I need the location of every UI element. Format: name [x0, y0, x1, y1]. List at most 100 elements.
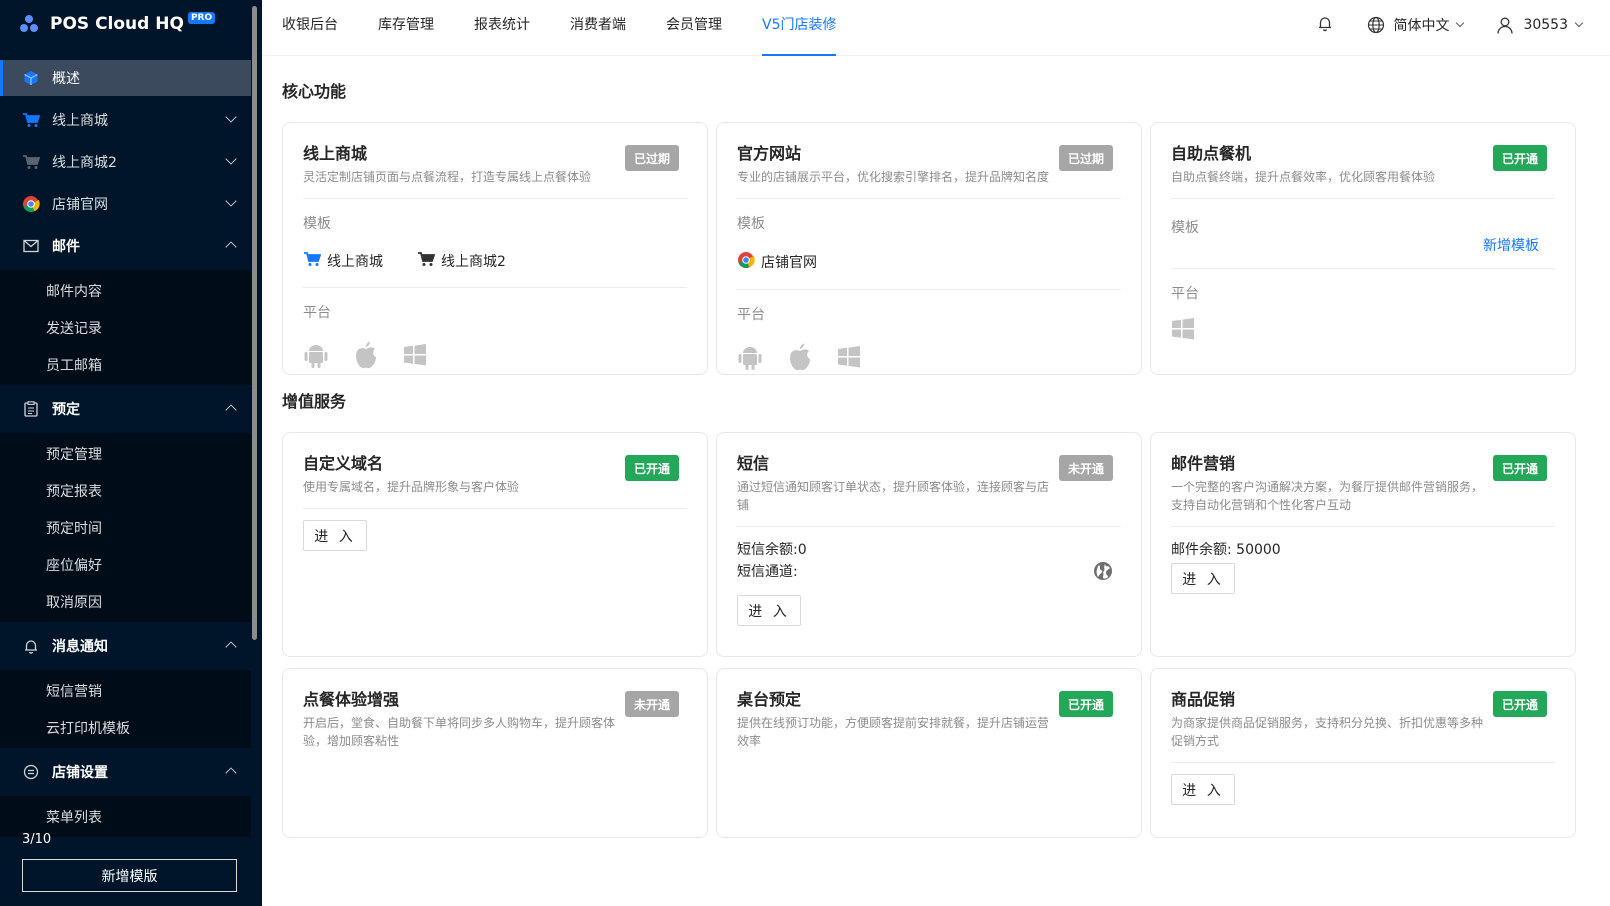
template-name: 线上商城 — [327, 254, 383, 270]
bell-icon — [1317, 15, 1333, 36]
sidebar-subitem-cloud-printer-template[interactable]: 云打印机模板 — [0, 709, 251, 746]
card-description: 自助点餐终端，提升点餐效率，优化顾客用餐体验 — [1171, 170, 1436, 184]
chevron-down-icon — [225, 195, 237, 207]
sidebar-subitem-reservation-manage[interactable]: 预定管理 — [0, 435, 251, 472]
sidebar-item-label: 线上商城 — [52, 113, 108, 129]
template-name: 店铺官网 — [761, 255, 817, 271]
cart-icon — [417, 251, 441, 271]
sidebar-item-label: 线上商城2 — [52, 155, 117, 171]
windows-icon — [403, 343, 427, 367]
sidebar: POS Cloud HQ PRO 概述 线上商城 线上商城2 店铺官网 邮件 邮… — [0, 0, 262, 906]
sidebar-item-notifications[interactable]: 消息通知 — [0, 628, 251, 664]
sidebar-item-label: 店铺设置 — [52, 765, 108, 781]
core-card-self-service-kiosk: 自助点餐机 自助点餐终端，提升点餐效率，优化顾客用餐体验 已开通 模板 新增模板… — [1150, 122, 1576, 375]
template-name: 线上商城2 — [441, 254, 506, 270]
card-header: 点餐体验增强 开启后，堂食、自助餐下单将同步多人购物车，提升顾客体验，增加顾客粘… — [303, 689, 687, 762]
card-header: 自定义域名 使用专属域名，提升品牌形象与客户体验 已开通 — [303, 453, 687, 509]
email-balance: 邮件余额: 50000 — [1171, 542, 1281, 558]
add-template-button[interactable]: 新增模版 — [22, 859, 237, 892]
sidebar-subitem-staff-mailbox[interactable]: 员工邮箱 — [0, 346, 251, 383]
cube-icon — [22, 69, 40, 87]
sidebar-subitem-menu-list[interactable]: 菜单列表 — [0, 798, 251, 835]
enter-button[interactable]: 进 入 — [1171, 774, 1235, 805]
template-store-website[interactable]: 店铺官网 — [737, 251, 817, 273]
sidebar-item-label: 店铺官网 — [52, 197, 108, 213]
template-list: 店铺官网 — [737, 251, 1121, 290]
sidebar-item-email[interactable]: 邮件 — [0, 228, 251, 264]
platform-list — [1171, 317, 1555, 341]
notification-button[interactable] — [1317, 15, 1333, 36]
template-count: 3/10 — [22, 832, 52, 847]
enter-button[interactable]: 进 入 — [303, 520, 367, 551]
status-badge: 已过期 — [624, 145, 679, 171]
user-menu[interactable]: 30553 — [1497, 17, 1584, 34]
mail-icon — [22, 237, 40, 255]
service-card-email-marketing: 邮件营销 一个完整的客户沟通解决方案，为餐厅提供邮件营销服务，支持自动化营销和个… — [1150, 432, 1576, 657]
brand[interactable]: POS Cloud HQ PRO — [0, 0, 262, 48]
main-content: 核心功能 线上商城 灵活定制店铺页面与点餐流程，打造专属线上点餐体验 已过期 模… — [262, 56, 1610, 906]
tab-cashier[interactable]: 收银后台 — [282, 0, 338, 56]
card-description: 为商家提供商品促销服务，支持积分兑换、折扣优惠等多种促销方式 — [1171, 716, 1484, 748]
sidebar-item-label: 概述 — [52, 71, 80, 87]
sidebar-subitem-seat-preference[interactable]: 座位偏好 — [0, 546, 251, 583]
tab-inventory[interactable]: 库存管理 — [378, 0, 434, 56]
enter-button[interactable]: 进 入 — [1171, 563, 1235, 594]
platform-list — [737, 342, 1121, 372]
sidebar-subitem-email-content[interactable]: 邮件内容 — [0, 272, 251, 309]
sidebar-subitem-cancel-reason[interactable]: 取消原因 — [0, 583, 251, 620]
card-description: 提供在线预订功能，方便顾客提前安排就餐，提升店铺运营效率 — [737, 716, 1050, 748]
core-card-official-website: 官方网站 专业的店铺展示平台，优化搜索引擎排名，提升品牌知名度 已过期 模板 店… — [716, 122, 1142, 375]
card-header: 商品促销 为商家提供商品促销服务，支持积分兑换、折扣优惠等多种促销方式 已开通 — [1171, 689, 1555, 763]
sidebar-subitem-reservation-time[interactable]: 预定时间 — [0, 509, 251, 546]
enter-button[interactable]: 进 入 — [737, 595, 801, 626]
platform-list — [303, 340, 687, 370]
card-description: 专业的店铺展示平台，优化搜索引擎排名，提升品牌知名度 — [737, 170, 1050, 184]
sms-channel: 短信通道: — [737, 564, 798, 580]
sidebar-subitem-reservation-report[interactable]: 预定报表 — [0, 472, 251, 509]
chevron-down-icon — [1574, 18, 1584, 28]
language-selector[interactable]: 简体中文 — [1367, 15, 1465, 35]
tab-reports[interactable]: 报表统计 — [474, 0, 530, 56]
status-badge: 未开通 — [1058, 455, 1113, 481]
tab-consumer[interactable]: 消费者端 — [570, 0, 626, 56]
globe-icon[interactable] — [1093, 561, 1113, 585]
platform-label: 平台 — [737, 307, 765, 323]
status-badge: 已过期 — [1058, 145, 1113, 171]
globe-icon — [1367, 16, 1385, 34]
chrome-icon — [22, 195, 40, 213]
tab-members[interactable]: 会员管理 — [666, 0, 722, 56]
card-header: 线上商城 灵活定制店铺页面与点餐流程，打造专属线上点餐体验 已过期 — [303, 143, 687, 199]
sidebar-item-label: 邮件 — [52, 239, 80, 255]
sidebar-item-store-website[interactable]: 店铺官网 — [0, 186, 251, 222]
card-description: 通过短信通知顾客订单状态，提升顾客体验，连接顾客与店铺 — [737, 480, 1050, 512]
template-online-mall[interactable]: 线上商城 — [303, 251, 383, 271]
chevron-up-icon — [225, 641, 237, 653]
top-tabs: 收银后台 库存管理 报表统计 消费者端 会员管理 V5门店装修 — [282, 0, 876, 56]
card-header: 桌台预定 提供在线预订功能，方便顾客提前安排就餐，提升店铺运营效率 已开通 — [737, 689, 1121, 762]
service-card-promotions: 商品促销 为商家提供商品促销服务，支持积分兑换、折扣优惠等多种促销方式 已开通 … — [1150, 668, 1576, 838]
sidebar-item-store-settings[interactable]: 店铺设置 — [0, 754, 251, 790]
language-label: 简体中文 — [1393, 18, 1450, 34]
chevron-up-icon — [225, 404, 237, 416]
core-card-online-mall: 线上商城 灵活定制店铺页面与点餐流程，打造专属线上点餐体验 已过期 模板 线上商… — [282, 122, 708, 375]
submenu-notifications: 短信营销 云打印机模板 — [0, 670, 251, 748]
tab-store-decoration[interactable]: V5门店装修 — [762, 0, 837, 56]
sidebar-scrollbar[interactable] — [252, 6, 257, 640]
sidebar-subitem-sms-marketing[interactable]: 短信营销 — [0, 672, 251, 709]
status-badge: 已开通 — [1492, 145, 1547, 171]
card-description: 灵活定制店铺页面与点餐流程，打造专属线上点餐体验 — [303, 170, 592, 184]
sidebar-item-overview[interactable]: 概述 — [0, 60, 251, 96]
sidebar-item-online-mall[interactable]: 线上商城 — [0, 102, 251, 138]
service-card-table-reservation: 桌台预定 提供在线预订功能，方便顾客提前安排就餐，提升店铺运营效率 已开通 — [716, 668, 1142, 838]
template-label: 模板 — [303, 216, 331, 232]
user-id: 30553 — [1523, 17, 1568, 33]
add-template-link[interactable]: 新增模板 — [1483, 235, 1539, 255]
sidebar-item-online-mall-2[interactable]: 线上商城2 — [0, 144, 251, 180]
sidebar-subitem-send-records[interactable]: 发送记录 — [0, 309, 251, 346]
brand-name: POS Cloud HQ — [50, 14, 184, 34]
template-online-mall-2[interactable]: 线上商城2 — [417, 251, 506, 271]
status-badge: 未开通 — [624, 691, 679, 717]
submenu-store-settings: 菜单列表 — [0, 796, 251, 837]
sidebar-item-reservation[interactable]: 预定 — [0, 391, 251, 427]
sms-balance: 短信余额:0 — [737, 542, 807, 558]
